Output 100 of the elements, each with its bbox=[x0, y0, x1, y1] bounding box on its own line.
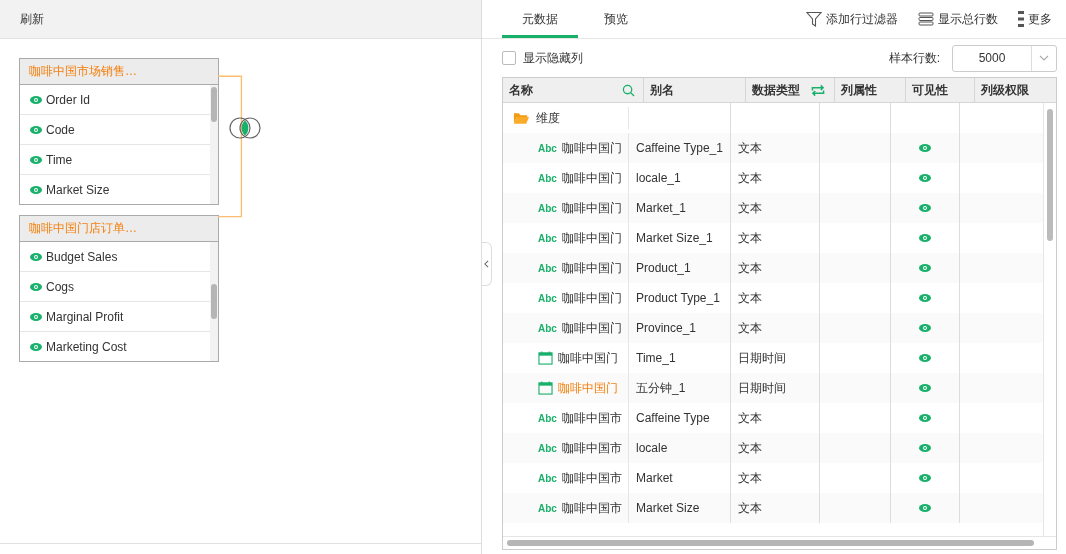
swap-icon[interactable] bbox=[810, 83, 826, 97]
eye-icon[interactable] bbox=[919, 354, 931, 362]
field-name[interactable]: 咖啡中国市 bbox=[561, 469, 622, 487]
data-type-cell: 日期时间 bbox=[738, 379, 786, 397]
field-name[interactable]: 咖啡中国门 bbox=[558, 349, 618, 367]
column-header[interactable]: 列级权限 bbox=[975, 78, 1056, 102]
field-name: Cogs bbox=[46, 279, 74, 294]
scrollbar-thumb[interactable] bbox=[507, 540, 1034, 546]
data-type-cell: 文本 bbox=[738, 409, 762, 427]
rows-icon bbox=[918, 12, 934, 26]
type-label: Abc bbox=[538, 262, 557, 274]
type-label: Abc bbox=[538, 472, 557, 484]
chevron-left-icon bbox=[484, 260, 489, 268]
eye-icon[interactable] bbox=[919, 414, 931, 422]
field-name[interactable]: 咖啡中国门 bbox=[561, 289, 622, 307]
field-name: Code bbox=[46, 122, 75, 137]
data-type-cell: 文本 bbox=[738, 439, 762, 457]
data-type-cell: 文本 bbox=[738, 169, 762, 187]
search-icon[interactable] bbox=[622, 83, 635, 97]
alias-cell: Market Size_1 bbox=[636, 231, 713, 245]
checkbox-label: 显示隐藏列 bbox=[523, 49, 583, 67]
more-button[interactable]: 更多 bbox=[1018, 10, 1052, 28]
type-label: Abc bbox=[538, 442, 557, 454]
filter-icon bbox=[806, 11, 822, 27]
alias-cell: Time_1 bbox=[636, 351, 676, 365]
field-name: Marginal Profit bbox=[46, 309, 124, 324]
alias-cell: Caffeine Type bbox=[636, 411, 710, 425]
field-name: Order Id bbox=[46, 92, 90, 107]
column-header[interactable]: 数据类型 bbox=[746, 78, 835, 102]
alias-cell: Market_1 bbox=[636, 201, 687, 215]
column-header[interactable]: 别名 bbox=[644, 78, 746, 102]
eye-icon[interactable] bbox=[919, 384, 931, 392]
data-type-cell: 文本 bbox=[738, 469, 762, 487]
alias-cell: locale bbox=[636, 441, 668, 455]
more-icon bbox=[1018, 11, 1024, 27]
eye-icon[interactable] bbox=[919, 204, 931, 212]
data-type-cell: 文本 bbox=[738, 259, 762, 277]
scrollbar-thumb[interactable] bbox=[1047, 109, 1053, 241]
data-type-cell: 文本 bbox=[738, 139, 762, 157]
data-type-cell: 文本 bbox=[738, 229, 762, 247]
field-name[interactable]: 咖啡中国门 bbox=[561, 229, 622, 247]
eye-icon[interactable] bbox=[919, 444, 931, 452]
data-type-cell: 文本 bbox=[738, 499, 762, 517]
field-name[interactable]: 咖啡中国门 bbox=[561, 169, 622, 187]
field-name: Time bbox=[46, 152, 73, 167]
field-name[interactable]: 咖啡中国市 bbox=[561, 499, 622, 517]
eye-icon[interactable] bbox=[919, 294, 931, 302]
folder-icon bbox=[513, 111, 530, 125]
alias-cell: locale_1 bbox=[636, 171, 681, 185]
field-name: Market Size bbox=[46, 182, 110, 197]
field-name[interactable]: 咖啡中国市 bbox=[561, 439, 622, 457]
join-icon[interactable] bbox=[228, 116, 262, 140]
field-name[interactable]: 咖啡中国门 bbox=[561, 319, 622, 337]
checkbox[interactable] bbox=[502, 51, 516, 65]
add-filter-button[interactable]: 添加行过滤器 bbox=[806, 10, 898, 28]
field-name[interactable]: 咖啡中国门 bbox=[561, 139, 622, 157]
type-label: Abc bbox=[538, 232, 557, 244]
eye-icon[interactable] bbox=[919, 504, 931, 512]
alias-cell: Product Type_1 bbox=[636, 291, 720, 305]
refresh-button[interactable]: 刷新 bbox=[20, 10, 44, 28]
alias-cell: Market Size bbox=[636, 501, 700, 515]
alias-cell: Market bbox=[636, 471, 673, 485]
eye-icon[interactable] bbox=[919, 174, 931, 182]
type-label: Abc bbox=[538, 502, 557, 514]
tab[interactable]: 预览 bbox=[578, 0, 654, 38]
field-name[interactable]: 咖啡中国门 bbox=[561, 199, 622, 217]
scrollbar-thumb[interactable] bbox=[211, 284, 217, 319]
eye-icon[interactable] bbox=[919, 144, 931, 152]
field-name[interactable]: 咖啡中国市 bbox=[561, 409, 622, 427]
field-name: Budget Sales bbox=[46, 249, 118, 264]
calendar-icon bbox=[538, 351, 553, 365]
chevron-down-icon bbox=[1039, 55, 1049, 61]
eye-icon[interactable] bbox=[919, 234, 931, 242]
type-label: Abc bbox=[538, 202, 557, 214]
alias-cell: Province_1 bbox=[636, 321, 697, 335]
tab[interactable]: 元数据 bbox=[502, 0, 578, 38]
type-label: Abc bbox=[538, 142, 557, 154]
data-type-cell: 日期时间 bbox=[738, 349, 786, 367]
type-label: Abc bbox=[538, 322, 557, 334]
column-header[interactable]: 名称 bbox=[503, 78, 644, 102]
eye-icon[interactable] bbox=[919, 324, 931, 332]
alias-cell: 五分钟_1 bbox=[636, 379, 686, 397]
sample-label: 样本行数: bbox=[888, 49, 940, 67]
row-count-button[interactable]: 显示总行数 bbox=[918, 10, 998, 28]
sample-dropdown[interactable]: 5000 bbox=[952, 44, 1057, 72]
group-name[interactable]: 维度 bbox=[536, 109, 560, 127]
scrollbar-thumb[interactable] bbox=[211, 87, 217, 122]
field-name[interactable]: 咖啡中国门 bbox=[561, 259, 622, 277]
eye-icon[interactable] bbox=[919, 474, 931, 482]
column-header[interactable]: 列属性 bbox=[835, 78, 906, 102]
type-label: Abc bbox=[538, 292, 557, 304]
data-type-cell: 文本 bbox=[738, 199, 762, 217]
type-label: Abc bbox=[538, 172, 557, 184]
eye-icon[interactable] bbox=[919, 264, 931, 272]
column-header[interactable]: 可见性 bbox=[906, 78, 975, 102]
collapse-button[interactable] bbox=[482, 242, 492, 286]
data-type-cell: 文本 bbox=[738, 289, 762, 307]
field-name: Marketing Cost bbox=[46, 339, 127, 354]
calendar-icon bbox=[538, 381, 553, 395]
type-label: Abc bbox=[538, 412, 557, 424]
